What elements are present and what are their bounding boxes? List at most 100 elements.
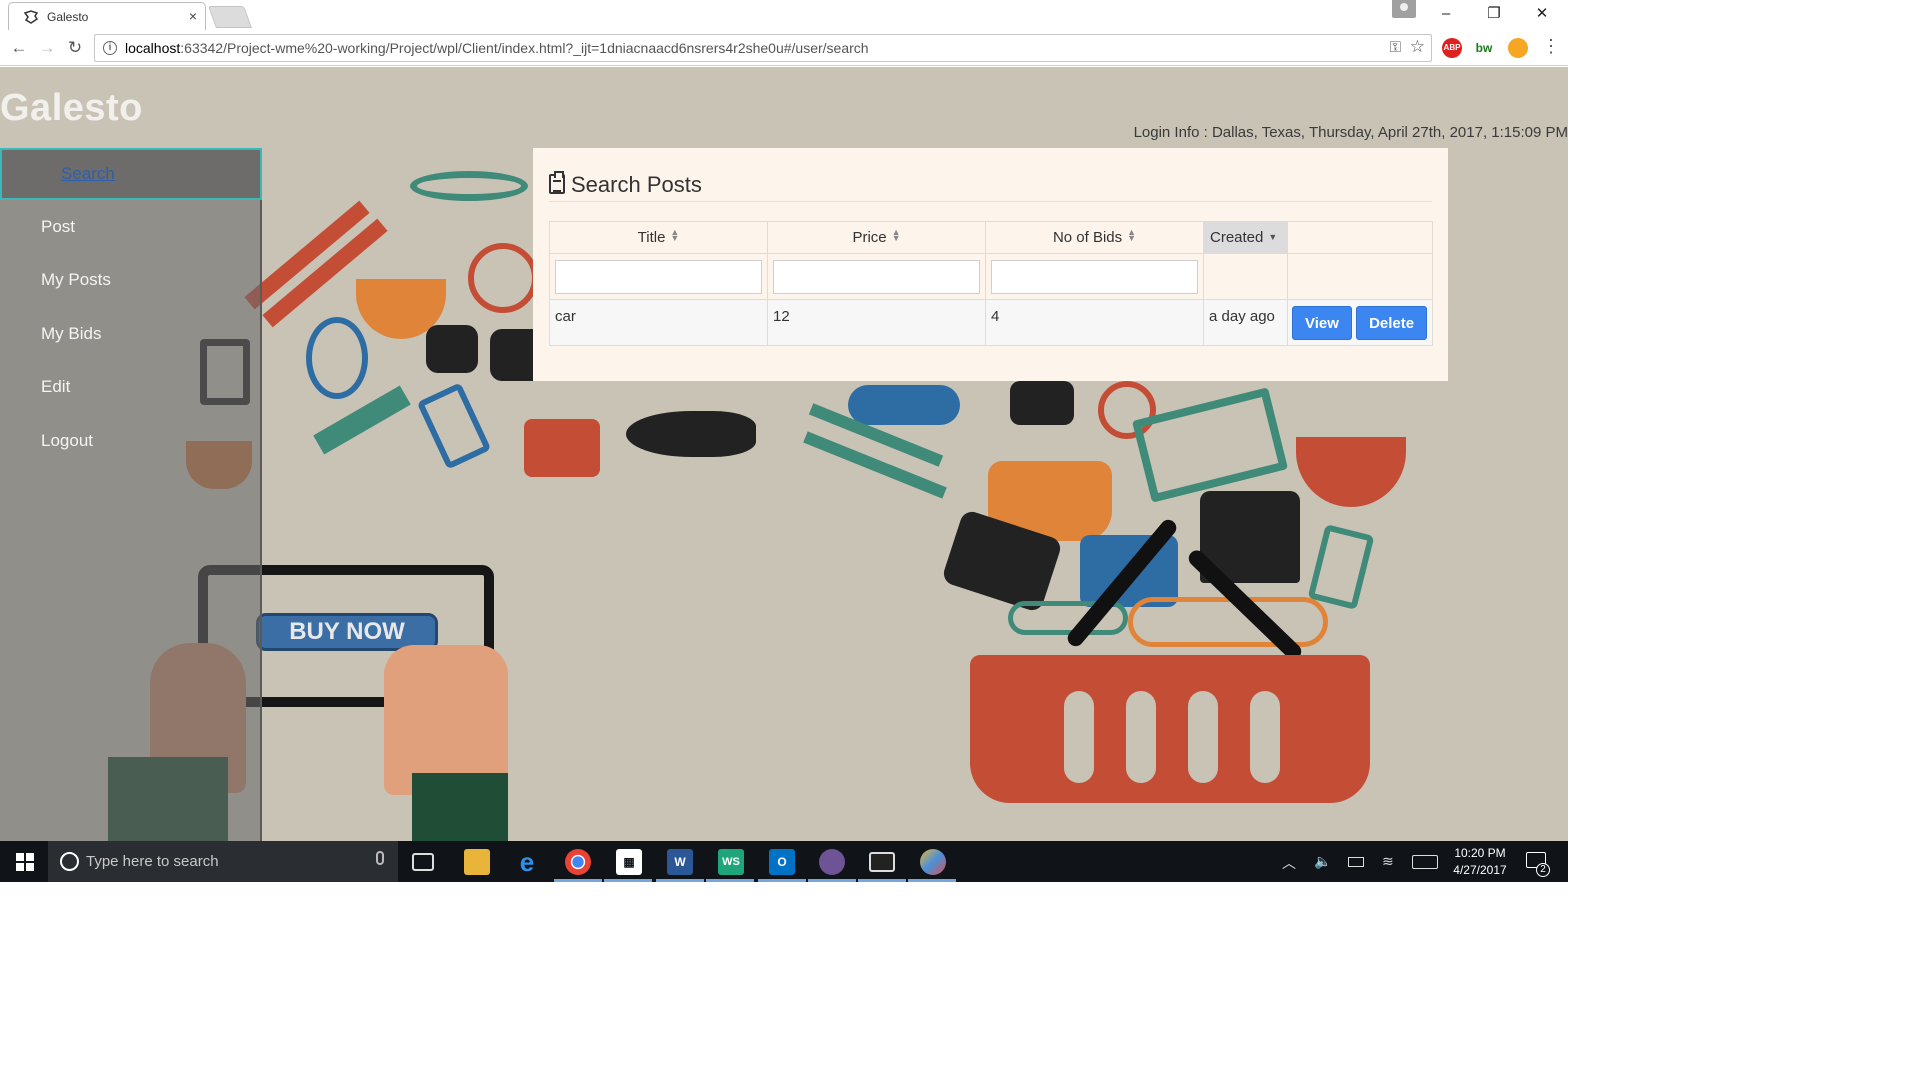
sidebar-item-my-bids[interactable]: My Bids (0, 309, 262, 361)
browser-tab[interactable]: Galesto × (8, 2, 206, 30)
filter-row (549, 253, 1433, 300)
posts-table: Title ▲ ▼ Price ▲ ▼ No of Bids ▲ ▼ Created ▼ ca… (549, 221, 1433, 346)
active-app-indicator (554, 879, 602, 882)
sort-icon: ▲ ▼ (891, 227, 901, 243)
bookmark-star-icon[interactable]: ☆ (1410, 37, 1425, 57)
search-posts-card: Search Posts Title ▲ ▼ Price ▲ ▼ No of Bids ▲… (533, 148, 1448, 381)
column-header-actions (1287, 221, 1433, 254)
back-arrow-icon[interactable]: ← (8, 37, 30, 59)
clock-time: 10:20 PM (1454, 846, 1506, 860)
profile-icon[interactable] (1392, 0, 1416, 18)
outlook-icon[interactable]: O (769, 849, 795, 875)
table-header-row: Title ▲ ▼ Price ▲ ▼ No of Bids ▲ ▼ Created ▼ (549, 221, 1433, 254)
bids-filter-input[interactable] (991, 259, 1198, 294)
view-button[interactable]: View (1292, 306, 1352, 340)
file-explorer-icon[interactable] (464, 849, 490, 875)
sort-icon: ▲ ▼ (1127, 227, 1137, 243)
sidebar-item-label[interactable]: Search (61, 164, 115, 184)
active-app-indicator (706, 879, 754, 882)
login-info-text: Login Info : Dallas, Texas, Thursday, Ap… (1133, 124, 1568, 141)
taskbar-search-box[interactable]: Type here to search (48, 841, 398, 882)
tab-close-icon[interactable]: × (189, 8, 197, 24)
windows-start-icon[interactable] (16, 853, 34, 871)
github-icon[interactable] (819, 849, 845, 875)
browser-toolbar: ← → ↻ i localhost:63342/Project-wme%20-w… (0, 30, 1568, 66)
reload-icon[interactable]: ↻ (64, 37, 86, 59)
minimize-button[interactable]: – (1422, 0, 1470, 28)
new-tab-button[interactable] (207, 6, 253, 28)
sidebar-item-label: Edit (41, 377, 71, 396)
tab-title: Galesto (47, 10, 89, 24)
chrome-icon[interactable] (565, 849, 591, 875)
browser-tabstrip: Galesto × – ❐ ✕ (0, 0, 1568, 30)
cell-price: 12 (767, 299, 986, 346)
adblock-extension-icon[interactable]: ABP (1442, 38, 1462, 58)
notification-count-badge: 2 (1536, 863, 1550, 877)
sidebar-item-label: Logout (41, 431, 93, 450)
title-filter-input[interactable] (555, 259, 762, 294)
active-app-indicator (604, 879, 652, 882)
page-viewport: BUY NOW Galesto Login Info : Dallas, Tex… (0, 67, 1568, 841)
tray-chevron-icon[interactable]: ︿ (1282, 853, 1296, 873)
sidebar-item-edit[interactable]: Edit (0, 362, 262, 414)
clock-date: 4/27/2017 (1453, 863, 1507, 877)
task-view-icon[interactable] (412, 853, 434, 871)
webstorm-icon[interactable]: WS (718, 849, 744, 875)
taskbar: Type here to search e ▦ W WS O ︿ 🔈 ≋ 10:… (0, 841, 1568, 882)
site-info-icon[interactable]: i (103, 41, 117, 55)
volume-icon[interactable]: 🔈 (1314, 853, 1331, 870)
microphone-icon[interactable] (376, 851, 384, 865)
paint-icon[interactable] (920, 849, 946, 875)
cell-created: a day ago (1203, 299, 1288, 346)
cell-title: car (549, 299, 768, 346)
sidebar-item-label: My Posts (41, 270, 111, 289)
sidebar-item-my-posts[interactable]: My Posts (0, 255, 262, 307)
cell-actions: View Delete (1287, 299, 1433, 346)
search-placeholder: Type here to search (86, 853, 219, 870)
galesto-favicon-icon (23, 10, 39, 24)
store-icon[interactable]: ▦ (616, 849, 642, 875)
terminal-icon[interactable] (869, 852, 895, 872)
browser-menu-icon[interactable]: ⋮ (1542, 36, 1560, 56)
sort-desc-icon: ▼ (1268, 232, 1278, 242)
sort-icon: ▲ ▼ (670, 227, 680, 243)
taskbar-clock[interactable]: 10:20 PM 4/27/2017 (1444, 845, 1516, 879)
table-row: car 12 4 a day ago View Delete (549, 299, 1433, 346)
wifi-icon[interactable]: ≋ (1382, 853, 1394, 870)
clipboard-icon (549, 171, 565, 194)
url-text: localhost:63342/Project-wme%20-working/P… (125, 40, 869, 56)
key-icon[interactable]: ⚿ (1390, 39, 1401, 56)
sidebar: Search Post My Posts My Bids Edit Logout (0, 148, 262, 841)
column-header-price[interactable]: Price ▲ ▼ (767, 221, 986, 254)
cell-bids: 4 (985, 299, 1204, 346)
close-window-button[interactable]: ✕ (1518, 0, 1566, 28)
keyboard-icon[interactable] (1412, 855, 1438, 869)
sidebar-item-post[interactable]: Post (0, 202, 262, 254)
sidebar-item-label: My Bids (41, 324, 102, 343)
restore-button[interactable]: ❐ (1470, 0, 1518, 28)
card-divider (549, 201, 1432, 202)
column-header-bids[interactable]: No of Bids ▲ ▼ (985, 221, 1204, 254)
battery-icon[interactable] (1348, 857, 1364, 867)
column-header-created[interactable]: Created ▼ (1203, 221, 1288, 254)
bw-extension-icon[interactable]: bw (1474, 38, 1494, 58)
fire-extension-icon[interactable] (1508, 38, 1528, 58)
sidebar-item-logout[interactable]: Logout (0, 416, 262, 468)
card-title: Search Posts (549, 171, 702, 198)
edge-icon[interactable]: e (514, 849, 540, 875)
cortana-icon (60, 852, 79, 871)
active-app-indicator (656, 879, 704, 882)
app-brand[interactable]: Galesto (0, 87, 143, 130)
column-header-title[interactable]: Title ▲ ▼ (549, 221, 768, 254)
word-icon[interactable]: W (667, 849, 693, 875)
sidebar-item-search[interactable]: Search (0, 148, 262, 200)
delete-button[interactable]: Delete (1356, 306, 1428, 340)
price-filter-input[interactable] (773, 259, 980, 294)
active-app-indicator (808, 879, 856, 882)
active-app-indicator (908, 879, 956, 882)
active-app-indicator (858, 879, 906, 882)
forward-arrow-icon[interactable]: → (36, 37, 58, 59)
active-app-indicator (758, 879, 806, 882)
address-bar[interactable]: i localhost:63342/Project-wme%20-working… (94, 34, 1432, 62)
sidebar-item-label: Post (41, 217, 76, 236)
